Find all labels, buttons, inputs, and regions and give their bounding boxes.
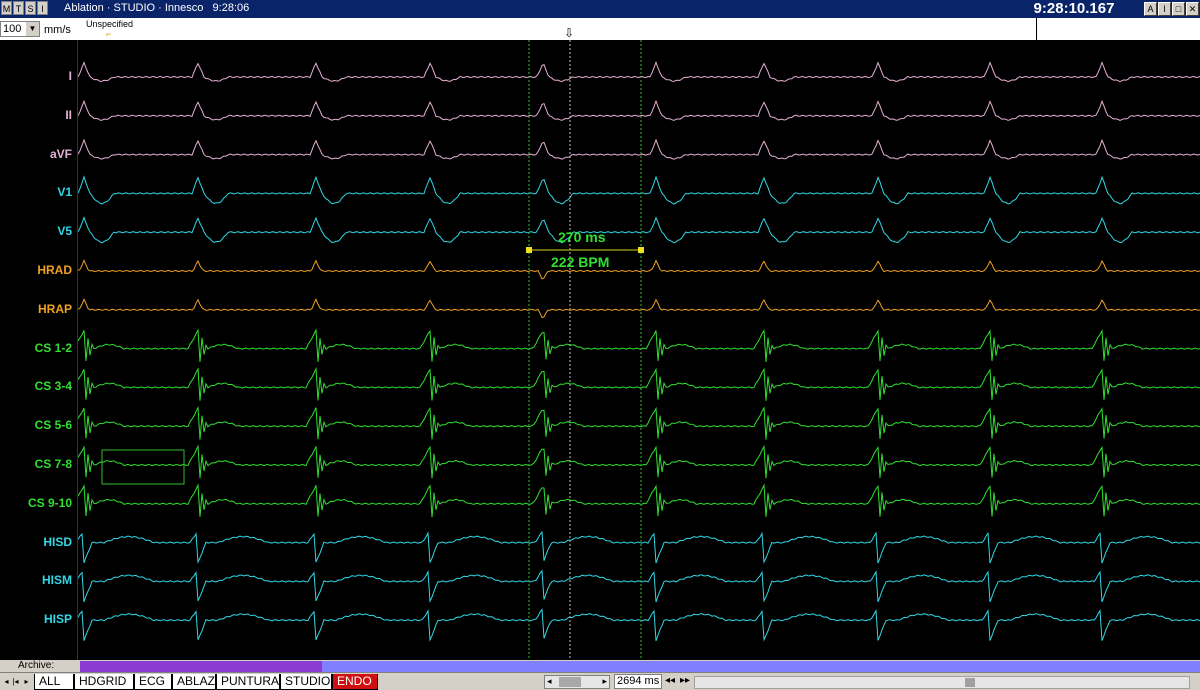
- cursor-arrow-icon[interactable]: ⇩: [564, 26, 574, 40]
- channel-label-cs-3-4[interactable]: CS 3-4: [35, 379, 72, 393]
- maximize-button[interactable]: □: [1172, 2, 1185, 16]
- sweep-speed-select[interactable]: 100 ▼: [0, 21, 40, 37]
- tab-prev-icon[interactable]: ◂: [2, 675, 11, 688]
- waveform-v5: [78, 216, 1200, 244]
- mode-button-s[interactable]: S: [25, 1, 36, 15]
- archive-label: Archive:: [18, 660, 55, 671]
- time-scroll-thumb[interactable]: [559, 677, 581, 687]
- channel-label-ii[interactable]: II: [65, 108, 72, 122]
- channel-label-avf[interactable]: aVF: [50, 147, 72, 161]
- channel-label-hisp[interactable]: HISP: [44, 612, 72, 626]
- trace-area[interactable]: I II aVF V1 V5 HRAD HRAP CS 1-2 CS 3-4 CS 5-6 CS 7…: [0, 40, 1200, 660]
- clock-display: 9:28:10.167: [1007, 0, 1141, 18]
- font-smaller-button[interactable]: I: [1158, 2, 1171, 16]
- archive-segment-live[interactable]: [322, 661, 1200, 672]
- sweep-speed-value: 100: [3, 23, 22, 35]
- fast-forward-icon[interactable]: ▸▸: [680, 675, 690, 686]
- review-scrollbar[interactable]: [694, 676, 1190, 689]
- sweep-speed-unit: mm/s: [44, 24, 71, 36]
- waveform-hrap: [78, 298, 1200, 319]
- channel-label-v5[interactable]: V5: [57, 224, 72, 238]
- mode-button-t[interactable]: T: [13, 1, 24, 15]
- window-duration[interactable]: 2694 ms: [614, 674, 662, 689]
- waveform-cs-9-10: [78, 483, 1200, 518]
- tab-endo[interactable]: ENDO: [332, 674, 378, 690]
- waveform-i: [78, 60, 1200, 83]
- waveform-hisp: [78, 608, 1200, 642]
- channel-label-hisd[interactable]: HISD: [43, 535, 72, 549]
- channel-label-cs-9-10[interactable]: CS 9-10: [28, 496, 72, 510]
- channel-label-hrap[interactable]: HRAP: [38, 302, 72, 316]
- tab-bar: ◂ |◂ ▸ ALL HDGRID ECG ABLAZ PUNTURA STUDIO END…: [0, 672, 1200, 690]
- mode-button-m[interactable]: M: [1, 1, 12, 15]
- tab-first-icon[interactable]: |◂: [11, 675, 20, 688]
- channel-label-hrad[interactable]: HRAD: [37, 263, 72, 277]
- scroll-right-icon[interactable]: ▸: [602, 676, 607, 687]
- tab-puntura[interactable]: PUNTURA: [216, 674, 280, 690]
- waveform-cs-5-6: [78, 405, 1200, 440]
- tab-ablaz[interactable]: ABLAZ: [172, 674, 216, 690]
- close-button[interactable]: ✕: [1186, 2, 1199, 16]
- measurement-interval: 270 ms: [558, 229, 606, 245]
- waveform-v1: [78, 175, 1200, 205]
- tab-hdgrid[interactable]: HDGRID: [74, 674, 134, 690]
- channel-label-cs-1-2[interactable]: CS 1-2: [35, 341, 72, 355]
- tab-all[interactable]: ALL: [34, 674, 74, 690]
- waveform-avf: [78, 138, 1200, 160]
- channel-label-v1[interactable]: V1: [57, 185, 72, 199]
- mode-button-i[interactable]: I: [37, 1, 48, 15]
- tab-next-icon[interactable]: ▸: [22, 675, 31, 688]
- waveform-hisd: [78, 530, 1200, 564]
- channel-label-i[interactable]: I: [69, 69, 72, 83]
- channel-label-cs-7-8[interactable]: CS 7-8: [35, 457, 72, 471]
- measurement-rate: 222 BPM: [551, 254, 610, 270]
- chevron-down-icon[interactable]: ▼: [26, 22, 39, 36]
- waveform-ii: [78, 99, 1200, 121]
- rewind-icon[interactable]: ◂◂: [665, 675, 675, 686]
- annotation-label: Unspecified: [86, 19, 134, 29]
- scroll-left-icon[interactable]: ◂: [547, 676, 552, 687]
- waveform-cs-1-2: [78, 328, 1200, 363]
- toolbar-divider: [1036, 18, 1037, 40]
- title-bar: M T S I Ablation · STUDIO · Innesco 9:28…: [0, 0, 1200, 18]
- archive-bar: Archive:: [0, 660, 1200, 672]
- channel-label-cs-5-6[interactable]: CS 5-6: [35, 418, 72, 432]
- toolbar: 100 ▼ mm/s Unspecified ⌐ ⇩: [0, 18, 1200, 40]
- tab-ecg[interactable]: ECG: [134, 674, 172, 690]
- window-title: Ablation · STUDIO · Innesco 9:28:06: [64, 2, 250, 14]
- annotation-marker-icon[interactable]: ⌐: [106, 29, 111, 39]
- waveform-hism: [78, 569, 1200, 604]
- review-scroll-thumb[interactable]: [965, 678, 975, 687]
- waveform-hrad: [78, 259, 1200, 280]
- time-scroll[interactable]: ◂ ▸: [544, 675, 610, 689]
- tab-studio[interactable]: STUDIO: [280, 674, 332, 690]
- waveform-cs-3-4: [78, 366, 1200, 401]
- waveform-cs-7-8: [78, 444, 1200, 479]
- waveform-canvas[interactable]: [78, 40, 1200, 660]
- archive-segment-recorded[interactable]: [80, 661, 322, 672]
- caliper-handle[interactable]: [638, 247, 644, 253]
- caliper-handle[interactable]: [526, 247, 532, 253]
- font-larger-button[interactable]: A: [1144, 2, 1157, 16]
- channel-label-hism[interactable]: HISM: [42, 573, 72, 587]
- channel-label-column: I II aVF V1 V5 HRAD HRAP CS 1-2 CS 3-4 CS 5-6 CS 7…: [0, 40, 78, 660]
- annotation-box[interactable]: [101, 449, 185, 485]
